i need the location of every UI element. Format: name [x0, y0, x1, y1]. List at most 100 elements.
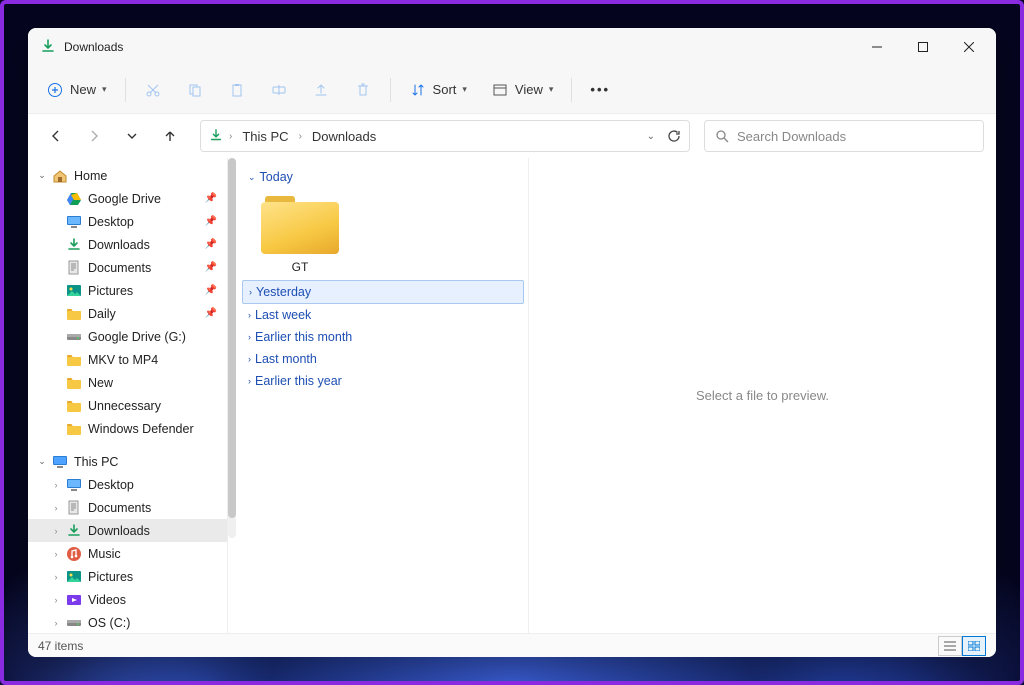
sidebar-item-daily[interactable]: Daily📌: [28, 302, 227, 325]
sidebar-item-windows-defender[interactable]: Windows Defender: [28, 417, 227, 440]
sidebar-label: This PC: [74, 455, 118, 469]
navigation-pane[interactable]: ⌄ Home Google Drive📌Desktop📌Downloads📌Do…: [28, 158, 228, 633]
sidebar-item-unnecessary[interactable]: Unnecessary: [28, 394, 227, 417]
chevron-down-icon[interactable]: ⌄: [32, 456, 52, 467]
sidebar-item-mkv-to-mp4[interactable]: MKV to MP4: [28, 348, 227, 371]
chevron-right-icon: ›: [248, 376, 251, 386]
folder-icon: [66, 306, 82, 322]
group-label: Last week: [255, 308, 311, 322]
group-label: Yesterday: [256, 285, 311, 299]
share-icon: [312, 81, 330, 99]
chevron-right-icon[interactable]: ›: [46, 526, 66, 536]
scrollbar-track[interactable]: [228, 158, 236, 538]
group-header-last-week[interactable]: ›Last week: [242, 304, 524, 326]
pin-icon: 📌: [205, 193, 217, 204]
pin-icon: 📌: [205, 239, 217, 250]
view-label: View: [515, 82, 543, 97]
chevron-right-icon[interactable]: ›: [46, 618, 66, 628]
sidebar-label: New: [88, 376, 113, 390]
group-label: Today: [260, 170, 293, 184]
sidebar-item-home[interactable]: ⌄ Home: [28, 164, 227, 187]
chevron-right-icon[interactable]: ›: [46, 595, 66, 605]
share-button[interactable]: [302, 72, 340, 108]
pictures-icon: [66, 569, 82, 585]
sidebar-item-pictures[interactable]: ›Pictures: [28, 565, 227, 588]
more-button[interactable]: •••: [580, 72, 620, 108]
plus-circle-icon: [46, 81, 64, 99]
chevron-down-icon[interactable]: ⌄: [647, 131, 655, 142]
rename-icon: [270, 81, 288, 99]
sidebar-label: OS (C:): [88, 616, 130, 630]
breadcrumb-item-thispc[interactable]: This PC: [238, 127, 292, 146]
sidebar-label: Google Drive: [88, 192, 161, 206]
toolbar: New ▾ Sort ▾ View ▾ •••: [28, 66, 996, 114]
details-view-button[interactable]: [938, 636, 962, 656]
sidebar-item-downloads[interactable]: Downloads 📌: [28, 233, 227, 256]
group-header-yesterday[interactable]: › Yesterday: [242, 280, 524, 304]
back-button[interactable]: [40, 120, 72, 152]
paste-icon: [228, 81, 246, 99]
sidebar-item-new[interactable]: New: [28, 371, 227, 394]
status-bar: 47 items: [28, 633, 996, 657]
chevron-down-icon[interactable]: ⌄: [32, 170, 52, 181]
sidebar-label: Documents: [88, 261, 151, 275]
sidebar-item-pictures[interactable]: Pictures📌: [28, 279, 227, 302]
search-box[interactable]: [704, 120, 984, 152]
sidebar-item-google-drive-g-[interactable]: Google Drive (G:): [28, 325, 227, 348]
monitor-icon: [52, 454, 68, 470]
close-button[interactable]: [946, 28, 992, 66]
sort-button[interactable]: Sort ▾: [399, 72, 477, 108]
sidebar-item-music[interactable]: › Music: [28, 542, 227, 565]
sidebar-label: Windows Defender: [88, 422, 194, 436]
paste-button[interactable]: [218, 72, 256, 108]
search-input[interactable]: [737, 129, 973, 144]
up-button[interactable]: [154, 120, 186, 152]
sidebar-label: Daily: [88, 307, 116, 321]
scrollbar-thumb[interactable]: [228, 158, 236, 518]
gdrive-icon: [66, 191, 82, 207]
chevron-right-icon[interactable]: ›: [46, 503, 66, 513]
desktop-icon: [66, 477, 82, 493]
chevron-down-icon: ▾: [462, 84, 467, 95]
group-header-today[interactable]: ⌄Today: [242, 166, 524, 188]
recent-locations-button[interactable]: [116, 120, 148, 152]
rename-button[interactable]: [260, 72, 298, 108]
thumbnails-view-button[interactable]: [962, 636, 986, 656]
file-list[interactable]: ⌄TodayGT›Yesterday›Last week›Earlier thi…: [228, 158, 528, 633]
chevron-right-icon: ›: [249, 287, 252, 297]
videos-icon: [66, 592, 82, 608]
sidebar-item-documents[interactable]: ›Documents: [28, 496, 227, 519]
sidebar-item-videos[interactable]: ›Videos: [28, 588, 227, 611]
search-icon: [715, 129, 729, 143]
sidebar-item-downloads[interactable]: ›Downloads: [28, 519, 227, 542]
minimize-button[interactable]: [854, 28, 900, 66]
sidebar-label: Desktop: [88, 478, 134, 492]
maximize-button[interactable]: [900, 28, 946, 66]
sidebar-item-os-c-[interactable]: › OS (C:): [28, 611, 227, 633]
group-header-earlier-this-year[interactable]: ›Earlier this year: [242, 370, 524, 392]
forward-button[interactable]: [78, 120, 110, 152]
view-button[interactable]: View ▾: [481, 72, 563, 108]
file-item-gt[interactable]: GT: [250, 196, 350, 274]
sidebar-label: Downloads: [88, 238, 150, 252]
sidebar-item-documents[interactable]: Documents📌: [28, 256, 227, 279]
delete-button[interactable]: [344, 72, 382, 108]
copy-button[interactable]: [176, 72, 214, 108]
chevron-right-icon[interactable]: ›: [46, 549, 66, 559]
sidebar-item-google-drive[interactable]: Google Drive 📌: [28, 187, 227, 210]
explorer-window: Downloads New ▾ Sort ▾ View ▾: [28, 28, 996, 657]
new-button[interactable]: New ▾: [36, 72, 117, 108]
sidebar-item-desktop[interactable]: Desktop📌: [28, 210, 227, 233]
breadcrumb[interactable]: › This PC › Downloads ⌄: [200, 120, 690, 152]
breadcrumb-item-downloads[interactable]: Downloads: [308, 127, 380, 146]
cut-button[interactable]: [134, 72, 172, 108]
refresh-button[interactable]: [667, 129, 681, 143]
chevron-right-icon[interactable]: ›: [46, 572, 66, 582]
group-header-earlier-this-month[interactable]: ›Earlier this month: [242, 326, 524, 348]
chevron-right-icon[interactable]: ›: [46, 480, 66, 490]
drive-icon: [66, 329, 82, 345]
sidebar-item-desktop[interactable]: › Desktop: [28, 473, 227, 496]
sidebar-item-thispc[interactable]: ⌄ This PC: [28, 450, 227, 473]
sidebar-label: Music: [88, 547, 121, 561]
group-header-last-month[interactable]: ›Last month: [242, 348, 524, 370]
